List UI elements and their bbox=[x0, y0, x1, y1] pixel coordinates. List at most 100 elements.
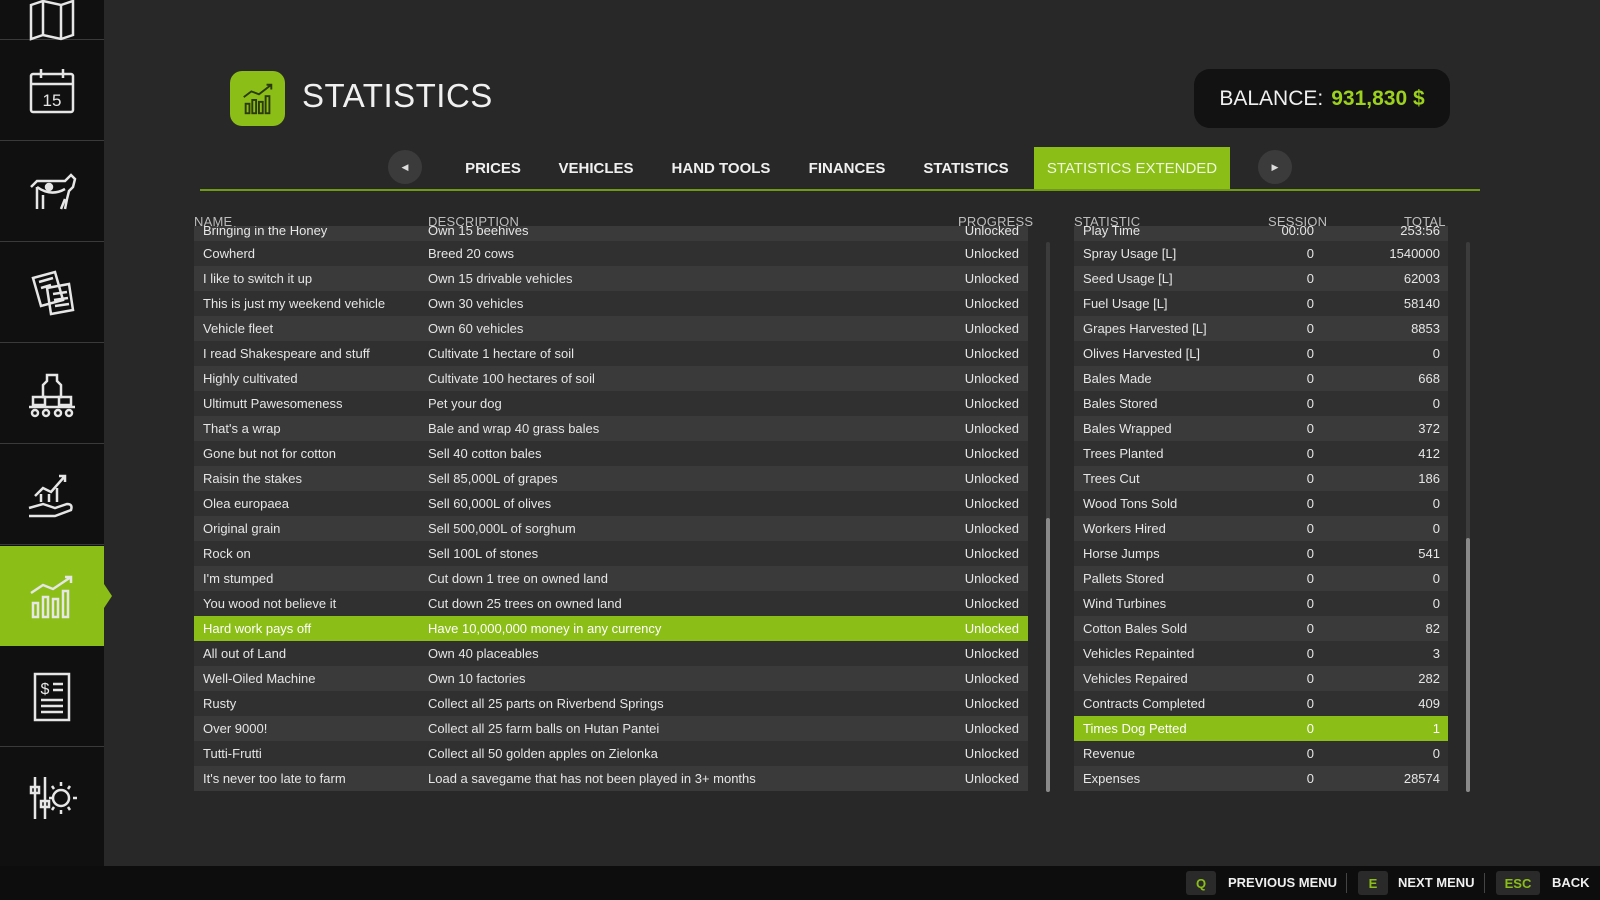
table-row[interactable]: I'm stumped Cut down 1 tree on owned land… bbox=[194, 566, 1028, 591]
statistics-scrollbar[interactable] bbox=[1466, 242, 1470, 792]
achievement-description: Breed 20 cows bbox=[428, 246, 514, 261]
table-row[interactable]: This is just my weekend vehicle Own 30 ve… bbox=[194, 291, 1028, 316]
statistics-scroll-thumb[interactable] bbox=[1466, 538, 1470, 792]
table-row[interactable]: Fuel Usage [L] 0 58140 bbox=[1074, 291, 1448, 316]
table-row-selected[interactable]: Times Dog Petted 0 1 bbox=[1074, 716, 1448, 741]
achievement-name: I like to switch it up bbox=[203, 271, 313, 286]
table-row[interactable]: Rusty Collect all 25 parts on Riverbend S… bbox=[194, 691, 1028, 716]
table-row[interactable]: Wind Turbines 0 0 bbox=[1074, 591, 1448, 616]
table-row[interactable]: You wood not believe it Cut down 25 trees… bbox=[194, 591, 1028, 616]
table-row[interactable]: Expenses 0 28574 bbox=[1074, 766, 1448, 791]
table-row[interactable]: Bales Stored 0 0 bbox=[1074, 391, 1448, 416]
tab-vehicles[interactable]: VEHICLES bbox=[556, 147, 636, 189]
statistic-session: 0 bbox=[1306, 346, 1314, 361]
achievement-name: Rock on bbox=[203, 546, 251, 561]
back-key[interactable]: ESC bbox=[1496, 871, 1540, 895]
tab-statistics[interactable]: STATISTICS bbox=[918, 147, 1014, 189]
balance-value: 931,830 $ bbox=[1331, 86, 1425, 110]
achievement-progress: Unlocked bbox=[964, 496, 1019, 511]
sidebar-item-finances[interactable]: $ bbox=[0, 647, 104, 747]
statistic-name: Pallets Stored bbox=[1083, 571, 1164, 586]
table-row[interactable]: I read Shakespeare and stuff Cultivate 1 … bbox=[194, 341, 1028, 366]
table-row[interactable]: Trees Planted 0 412 bbox=[1074, 441, 1448, 466]
tab-next-arrow[interactable]: ▶ bbox=[1258, 150, 1292, 184]
sidebar-item-settings[interactable] bbox=[0, 748, 104, 848]
achievement-progress: Unlocked bbox=[964, 471, 1019, 486]
statistic-total: 8853 bbox=[1411, 321, 1440, 336]
statistic-name: Workers Hired bbox=[1083, 521, 1166, 536]
table-row[interactable]: Revenue 0 0 bbox=[1074, 741, 1448, 766]
table-row[interactable]: Olea europaea Sell 60,000L of olives Unloc… bbox=[194, 491, 1028, 516]
table-row[interactable]: Cowherd Breed 20 cows Unlocked bbox=[194, 241, 1028, 266]
prev-menu-label[interactable]: PREVIOUS MENU bbox=[1228, 875, 1337, 890]
table-row[interactable]: Over 9000! Collect all 25 farm balls on H… bbox=[194, 716, 1028, 741]
back-label[interactable]: BACK bbox=[1552, 875, 1590, 890]
table-row[interactable]: All out of Land Own 40 placeables Unlocked bbox=[194, 641, 1028, 666]
table-row[interactable]: Vehicles Repainted 0 3 bbox=[1074, 641, 1448, 666]
calendar-icon: 15 bbox=[29, 68, 75, 113]
table-row[interactable]: Vehicles Repaired 0 282 bbox=[1074, 666, 1448, 691]
sidebar-item-map[interactable] bbox=[0, 0, 104, 41]
next-menu-key[interactable]: E bbox=[1358, 871, 1388, 895]
achievements-scroll-thumb[interactable] bbox=[1046, 518, 1050, 792]
table-row[interactable]: Play Time 00:00 253:56 bbox=[1074, 226, 1448, 241]
tab-prices[interactable]: PRICES bbox=[460, 147, 526, 189]
table-row[interactable]: I like to switch it up Own 15 drivable ve… bbox=[194, 266, 1028, 291]
table-row[interactable]: Seed Usage [L] 0 62003 bbox=[1074, 266, 1448, 291]
statistic-session: 0 bbox=[1306, 771, 1314, 786]
table-row[interactable]: Wood Tons Sold 0 0 bbox=[1074, 491, 1448, 516]
table-row[interactable]: Workers Hired 0 0 bbox=[1074, 516, 1448, 541]
statistic-name: Trees Planted bbox=[1083, 446, 1164, 461]
achievements-scrollbar[interactable] bbox=[1046, 242, 1050, 792]
table-row[interactable]: Tutti-Frutti Collect all 50 golden apples… bbox=[194, 741, 1028, 766]
sidebar-item-animals[interactable] bbox=[0, 142, 104, 242]
table-row[interactable]: Well-Oiled Machine Own 10 factories Unlock… bbox=[194, 666, 1028, 691]
table-row[interactable]: Vehicle fleet Own 60 vehicles Unlocked bbox=[194, 316, 1028, 341]
table-row[interactable]: Ultimutt Pawesomeness Pet your dog Unlocke… bbox=[194, 391, 1028, 416]
achievement-name: You wood not believe it bbox=[203, 596, 337, 611]
next-menu-label[interactable]: NEXT MENU bbox=[1398, 875, 1475, 890]
table-row[interactable]: Highly cultivated Cultivate 100 hectares … bbox=[194, 366, 1028, 391]
table-row[interactable]: Raisin the stakes Sell 85,000L of grapes U… bbox=[194, 466, 1028, 491]
statistic-name: Expenses bbox=[1083, 771, 1141, 786]
table-row[interactable]: Contracts Completed 0 409 bbox=[1074, 691, 1448, 716]
achievement-description: Own 10 factories bbox=[428, 671, 526, 686]
table-row[interactable]: Cotton Bales Sold 0 82 bbox=[1074, 616, 1448, 641]
tab-prev-arrow[interactable]: ◀ bbox=[388, 150, 422, 184]
table-row[interactable]: Trees Cut 0 186 bbox=[1074, 466, 1448, 491]
contracts-icon bbox=[31, 269, 75, 315]
table-row[interactable]: It's never too late to farm Load a savega… bbox=[194, 766, 1028, 791]
achievement-progress: Unlocked bbox=[964, 671, 1019, 686]
table-row[interactable]: Olives Harvested [L] 0 0 bbox=[1074, 341, 1448, 366]
table-row[interactable]: Original grain Sell 500,000L of sorghum Un… bbox=[194, 516, 1028, 541]
table-row[interactable]: Pallets Stored 0 0 bbox=[1074, 566, 1448, 591]
achievement-progress: Unlocked bbox=[964, 521, 1019, 536]
table-row[interactable]: Rock on Sell 100L of stones Unlocked bbox=[194, 541, 1028, 566]
table-row[interactable]: Spray Usage [L] 0 1540000 bbox=[1074, 241, 1448, 266]
table-row[interactable]: Bringing in the Honey Own 15 beehives Unlo… bbox=[194, 226, 1028, 241]
sidebar-item-statistics[interactable] bbox=[0, 546, 112, 646]
prev-menu-key[interactable]: Q bbox=[1186, 871, 1216, 895]
table-row[interactable]: Grapes Harvested [L] 0 8853 bbox=[1074, 316, 1448, 341]
achievement-description: Sell 60,000L of olives bbox=[428, 496, 552, 511]
table-row-selected[interactable]: Hard work pays off Have 10,000,000 money … bbox=[194, 616, 1028, 641]
tab-hand-tools[interactable]: HAND TOOLS bbox=[666, 147, 776, 189]
tab-finances[interactable]: FINANCES bbox=[806, 147, 888, 189]
sidebar-item-production[interactable] bbox=[0, 344, 104, 444]
sidebar-item-calendar[interactable]: 15 bbox=[0, 41, 104, 141]
statistic-total: 412 bbox=[1418, 446, 1440, 461]
sidebar-item-prices[interactable] bbox=[0, 445, 104, 545]
table-row[interactable]: That's a wrap Bale and wrap 40 grass bale… bbox=[194, 416, 1028, 441]
tab-statistics-extended[interactable]: STATISTICS EXTENDED bbox=[1034, 147, 1230, 189]
statistic-session: 0 bbox=[1306, 621, 1314, 636]
table-row[interactable]: Gone but not for cotton Sell 40 cotton ba… bbox=[194, 441, 1028, 466]
achievement-progress: Unlocked bbox=[964, 296, 1019, 311]
table-row[interactable]: Bales Made 0 668 bbox=[1074, 366, 1448, 391]
table-row[interactable]: Bales Wrapped 0 372 bbox=[1074, 416, 1448, 441]
statistic-total: 58140 bbox=[1403, 296, 1440, 311]
sidebar-item-contracts[interactable] bbox=[0, 243, 104, 343]
statistic-session: 0 bbox=[1306, 321, 1314, 336]
table-row[interactable]: Horse Jumps 0 541 bbox=[1074, 541, 1448, 566]
animals-icon bbox=[30, 172, 77, 209]
statistic-session: 0 bbox=[1306, 496, 1314, 511]
